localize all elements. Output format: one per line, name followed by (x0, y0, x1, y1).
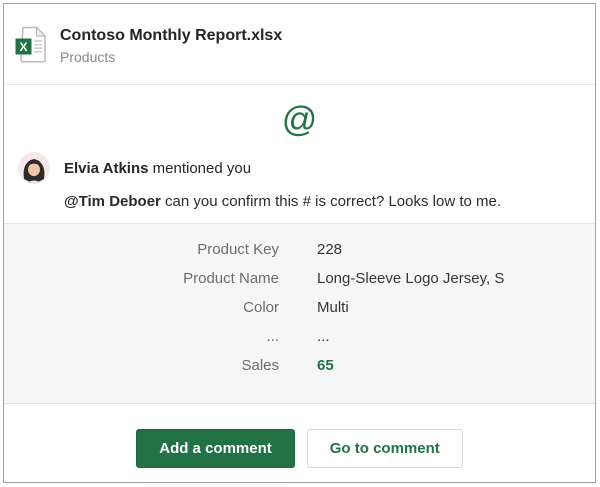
record-panel: Product Key 228 Product Name Long-Sleeve… (4, 223, 595, 404)
at-icon: @ (4, 102, 595, 137)
row-value: ... (317, 322, 330, 351)
row-label: Sales (4, 351, 279, 380)
mention-title: Elvia Atkins mentioned you (64, 160, 251, 177)
row-value: Long-Sleeve Logo Jersey, S (317, 264, 504, 293)
go-to-comment-button[interactable]: Go to comment (307, 429, 463, 468)
elvia-atkins-avatar (18, 152, 50, 184)
row-label: Color (4, 293, 279, 322)
table-row: Product Key 228 (4, 235, 595, 264)
mention-action: mentioned you (148, 160, 251, 177)
row-value: Multi (317, 293, 349, 322)
svg-text:X: X (19, 40, 27, 54)
table-row: ... ... (4, 322, 595, 351)
table-row: Color Multi (4, 293, 595, 322)
row-label: Product Name (4, 264, 279, 293)
row-label: ... (4, 322, 279, 351)
row-value: 228 (317, 235, 342, 264)
comment-message: @Tim Deboer can you confirm this # is co… (64, 193, 579, 210)
table-row: Product Name Long-Sleeve Logo Jersey, S (4, 264, 595, 293)
file-header: X Contoso Monthly Report.xlsx Products (4, 4, 595, 85)
sheet-name: Products (60, 49, 282, 65)
comment-text: can you confirm this # is correct? Looks… (161, 193, 501, 210)
excel-file-icon: X (15, 26, 47, 63)
file-meta: Contoso Monthly Report.xlsx Products (60, 26, 282, 65)
sales-value: 65 (317, 351, 334, 380)
mention-author: Elvia Atkins (64, 160, 148, 177)
add-comment-button[interactable]: Add a comment (136, 429, 295, 468)
table-row: Sales 65 (4, 351, 595, 380)
notification-card: X Contoso Monthly Report.xlsx Products @… (3, 3, 596, 483)
file-title: Contoso Monthly Report.xlsx (60, 26, 282, 45)
mention-row: Elvia Atkins mentioned you (18, 152, 579, 184)
mention-target: @Tim Deboer (64, 193, 161, 210)
row-label: Product Key (4, 235, 279, 264)
action-bar: Add a comment Go to comment (4, 404, 595, 468)
